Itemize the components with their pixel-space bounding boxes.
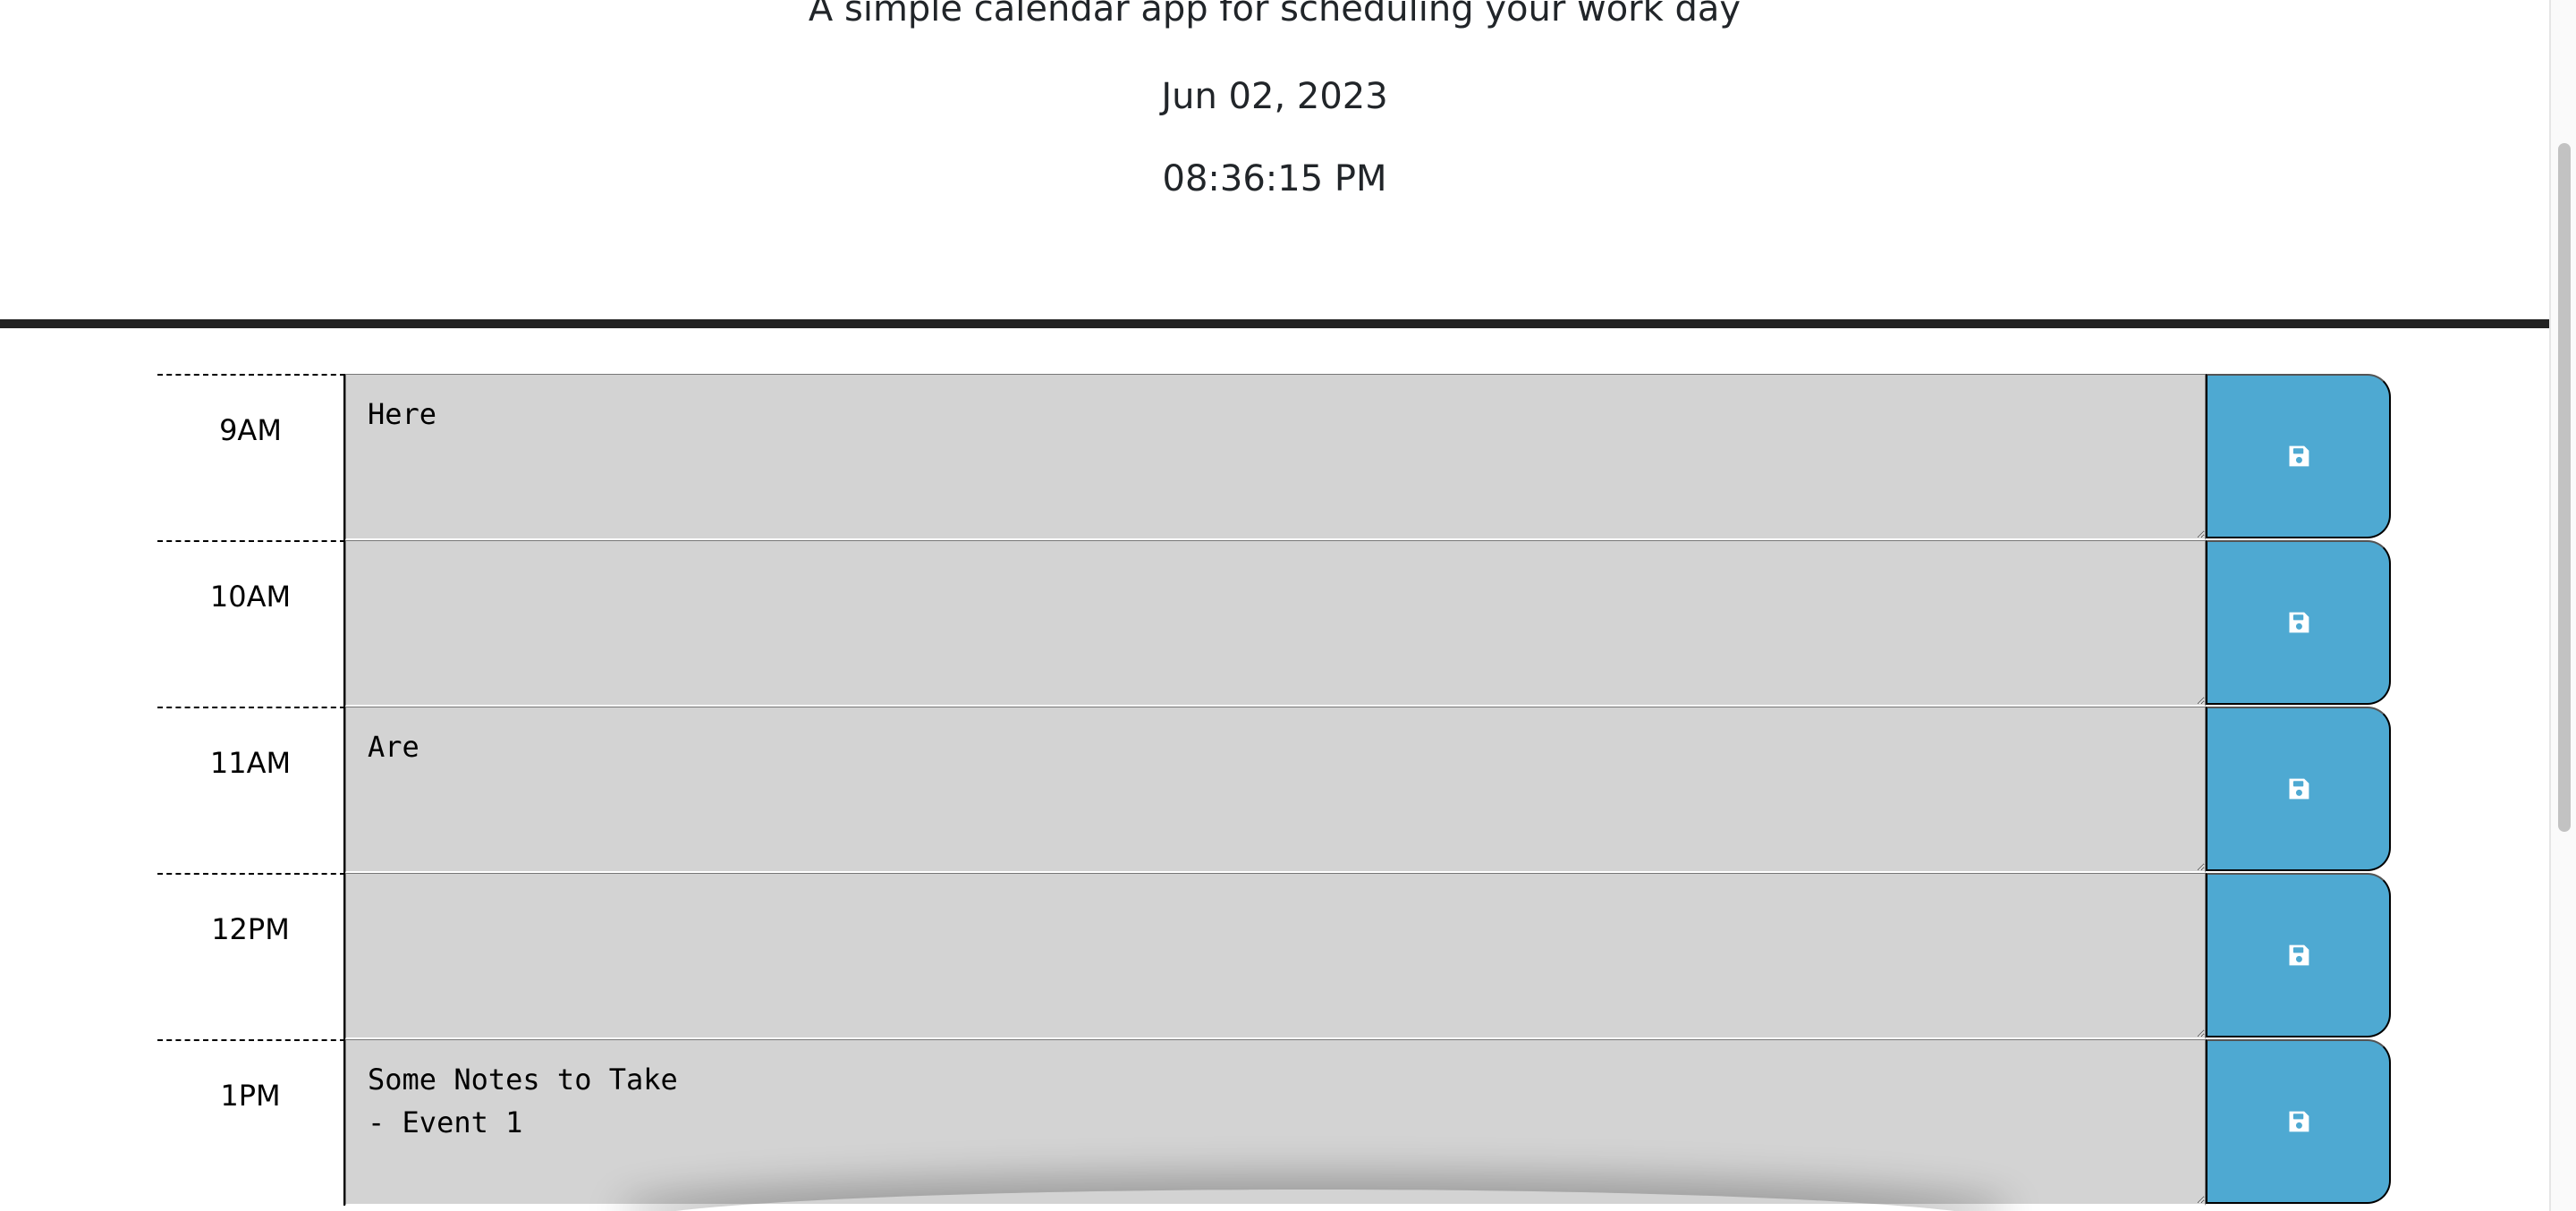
hour-label: 1PM bbox=[157, 1039, 345, 1206]
save-button[interactable] bbox=[2206, 540, 2391, 705]
save-button[interactable] bbox=[2206, 873, 2391, 1037]
hour-label: 12PM bbox=[157, 873, 345, 1039]
header-divider bbox=[0, 319, 2549, 328]
time-block-row: 9AM Here bbox=[0, 374, 2549, 540]
save-button[interactable] bbox=[2206, 707, 2391, 871]
save-icon bbox=[2289, 612, 2309, 633]
event-textarea[interactable] bbox=[345, 873, 2206, 1039]
save-button[interactable] bbox=[2206, 374, 2391, 538]
save-icon bbox=[2289, 445, 2309, 467]
save-icon bbox=[2289, 944, 2309, 966]
save-icon bbox=[2289, 778, 2309, 800]
event-textarea[interactable]: Some Notes to Take - Event 1 bbox=[345, 1039, 2206, 1206]
current-time: 08:36:15 PM bbox=[1162, 158, 1387, 199]
hour-label: 11AM bbox=[157, 707, 345, 873]
hour-label: 9AM bbox=[157, 374, 345, 540]
current-date: Jun 02, 2023 bbox=[1161, 76, 1388, 117]
event-textarea[interactable] bbox=[345, 540, 2206, 707]
app-description: A simple calendar app for scheduling you… bbox=[808, 0, 1741, 30]
time-block-row: 11AM Are bbox=[0, 707, 2549, 873]
event-textarea[interactable]: Are bbox=[345, 707, 2206, 873]
work-day-schedule: 9AM Here 10AM 11AM Are 12PM 1PM Some Not… bbox=[0, 374, 2549, 1206]
save-icon bbox=[2289, 1111, 2309, 1132]
time-block-row: 1PM Some Notes to Take - Event 1 bbox=[0, 1039, 2549, 1206]
time-block-row: 10AM bbox=[0, 540, 2549, 707]
time-block-row: 12PM bbox=[0, 873, 2549, 1039]
event-textarea[interactable]: Here bbox=[345, 374, 2206, 540]
header: A simple calendar app for scheduling you… bbox=[0, 0, 2549, 322]
page: A simple calendar app for scheduling you… bbox=[0, 0, 2576, 1211]
save-button[interactable] bbox=[2206, 1039, 2391, 1204]
hour-label: 10AM bbox=[157, 540, 345, 707]
vertical-scrollbar[interactable] bbox=[2549, 0, 2576, 1211]
scrollbar-thumb[interactable] bbox=[2558, 143, 2571, 832]
